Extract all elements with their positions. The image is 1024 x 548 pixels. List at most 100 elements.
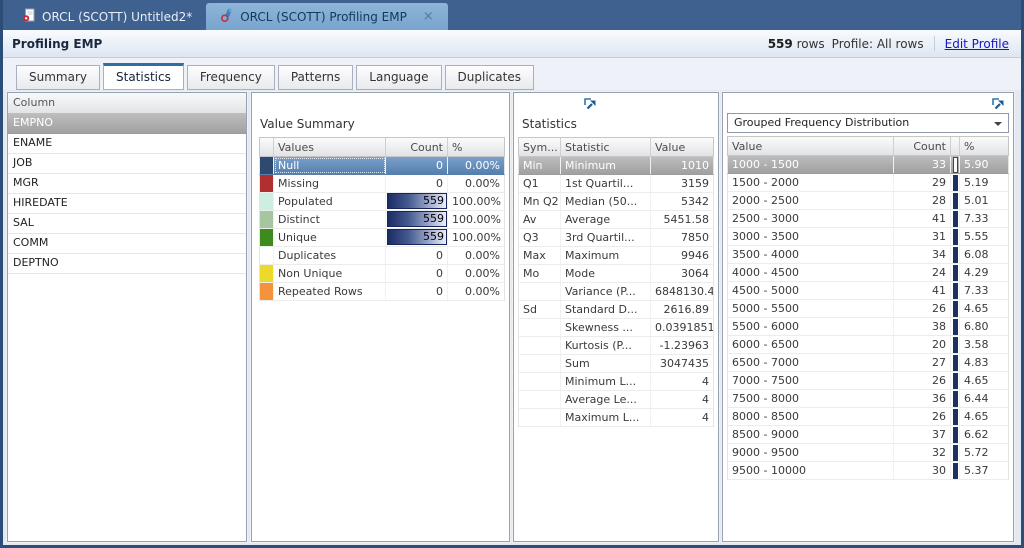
frequency-percent: 7.33 xyxy=(960,210,993,227)
vs-header-values[interactable]: Values xyxy=(274,138,386,156)
freq-header-count[interactable]: Count xyxy=(894,137,951,155)
vs-header-percent[interactable]: % xyxy=(448,138,504,156)
percent-bar-cell xyxy=(951,390,960,407)
tab-frequency[interactable]: Frequency xyxy=(187,65,275,90)
percent-bar-cell xyxy=(951,444,960,461)
column-list-header[interactable]: Column xyxy=(8,93,246,114)
statistic-value: 3047435 xyxy=(651,355,713,372)
frequency-type-dropdown[interactable]: Grouped Frequency Distribution xyxy=(727,113,1009,133)
doc-tab-profiling[interactable]: ORCL (SCOTT) Profiling EMP × xyxy=(206,3,448,30)
statistic-value: -1.23963 xyxy=(651,337,713,354)
statistic-name: Minimum L... xyxy=(561,373,651,390)
value-summary-row[interactable]: Distinct559100.00% xyxy=(259,211,505,229)
frequency-row[interactable]: 3000 - 3500315.55 xyxy=(727,228,1009,246)
count-cell: 0 xyxy=(386,247,448,264)
column-list-item[interactable]: SAL xyxy=(8,214,246,234)
frequency-range: 2500 - 3000 xyxy=(728,210,894,227)
frequency-row[interactable]: 2000 - 2500285.01 xyxy=(727,192,1009,210)
category-color-swatch-cell xyxy=(260,247,274,264)
column-list-item[interactable]: ENAME xyxy=(8,134,246,154)
value-summary-row[interactable]: Missing00.00% xyxy=(259,175,505,193)
statistic-row[interactable]: MoMode3064 xyxy=(518,265,714,283)
column-list-item[interactable]: HIREDATE xyxy=(8,194,246,214)
frequency-count: 31 xyxy=(894,228,951,245)
frequency-row[interactable]: 3500 - 4000346.08 xyxy=(727,246,1009,264)
value-summary-row[interactable]: Repeated Rows00.00% xyxy=(259,283,505,301)
open-in-new-window-icon[interactable] xyxy=(990,96,1006,112)
statistic-row[interactable]: Sum3047435 xyxy=(518,355,714,373)
tab-close-icon[interactable]: × xyxy=(423,10,434,23)
value-summary-row[interactable]: Populated559100.00% xyxy=(259,193,505,211)
frequency-row[interactable]: 8000 - 8500264.65 xyxy=(727,408,1009,426)
value-summary-row[interactable]: Null00.00% xyxy=(259,157,505,175)
tab-duplicates[interactable]: Duplicates xyxy=(445,65,534,90)
statistic-row[interactable]: SdStandard D...2616.89 xyxy=(518,301,714,319)
statistic-symbol: Mn Q2 xyxy=(519,193,561,210)
stat-header-name[interactable]: Statistic xyxy=(561,138,651,156)
percent-bar-cell xyxy=(951,246,960,263)
profiling-header: Profiling EMP 559 rows Profile: All rows… xyxy=(3,30,1021,58)
stat-header-symbol[interactable]: Sym... xyxy=(519,138,561,156)
count-bar: 559 xyxy=(387,211,447,227)
percent-cell: 100.00% xyxy=(448,229,504,246)
statistic-row[interactable]: Kurtosis (P...-1.23963 xyxy=(518,337,714,355)
statistic-value: 3159 xyxy=(651,175,713,192)
frequency-row[interactable]: 7500 - 8000366.44 xyxy=(727,390,1009,408)
statistic-row[interactable]: MaxMaximum9946 xyxy=(518,247,714,265)
freq-header-value[interactable]: Value xyxy=(728,137,894,155)
frequency-row[interactable]: 6500 - 7000274.83 xyxy=(727,354,1009,372)
statistic-row[interactable]: Q11st Quartil...3159 xyxy=(518,175,714,193)
statistic-row[interactable]: Minimum L...4 xyxy=(518,373,714,391)
frequency-row[interactable]: 9000 - 9500325.72 xyxy=(727,444,1009,462)
statistic-symbol: Q1 xyxy=(519,175,561,192)
frequency-row[interactable]: 1500 - 2000295.19 xyxy=(727,174,1009,192)
column-list-item[interactable]: JOB xyxy=(8,154,246,174)
column-list-item[interactable]: EMPNO xyxy=(8,114,246,134)
column-list-item[interactable]: DEPTNO xyxy=(8,254,246,274)
vs-header-count[interactable]: Count xyxy=(386,138,448,156)
statistic-value: 5342 xyxy=(651,193,713,210)
frequency-row[interactable]: 5500 - 6000386.80 xyxy=(727,318,1009,336)
frequency-row[interactable]: 1000 - 1500335.90 xyxy=(727,156,1009,174)
frequency-row[interactable]: 7000 - 7500264.65 xyxy=(727,372,1009,390)
statistic-row[interactable]: Skewness ...0.0391851 xyxy=(518,319,714,337)
statistic-row[interactable]: Variance (P...6848130.47 xyxy=(518,283,714,301)
value-summary-row[interactable]: Non Unique00.00% xyxy=(259,265,505,283)
edit-profile-link[interactable]: Edit Profile xyxy=(945,37,1009,51)
statistic-symbol xyxy=(519,355,561,372)
statistic-row[interactable]: MinMinimum1010 xyxy=(518,157,714,175)
freq-header-percent[interactable]: % xyxy=(960,137,978,155)
frequency-row[interactable]: 6000 - 6500203.58 xyxy=(727,336,1009,354)
tab-language[interactable]: Language xyxy=(356,65,441,90)
frequency-row[interactable]: 4000 - 4500244.29 xyxy=(727,264,1009,282)
percent-bar xyxy=(953,265,958,281)
frequency-range: 7000 - 7500 xyxy=(728,372,894,389)
frequency-range: 8000 - 8500 xyxy=(728,408,894,425)
statistic-row[interactable]: Maximum L...4 xyxy=(518,409,714,427)
percent-cell: 0.00% xyxy=(448,175,504,192)
frequency-row[interactable]: 2500 - 3000417.33 xyxy=(727,210,1009,228)
doc-tab-untitled[interactable]: ORCL (SCOTT) Untitled2* xyxy=(8,3,206,30)
frequency-row[interactable]: 4500 - 5000417.33 xyxy=(727,282,1009,300)
tab-statistics[interactable]: Statistics xyxy=(103,63,184,90)
statistic-name: Minimum xyxy=(561,157,651,174)
statistic-value: 4 xyxy=(651,391,713,408)
statistic-row[interactable]: Q33rd Quartil...7850 xyxy=(518,229,714,247)
tab-patterns[interactable]: Patterns xyxy=(278,65,353,90)
frequency-row[interactable]: 9500 - 10000305.37 xyxy=(727,462,1009,480)
stat-header-value[interactable]: Value xyxy=(651,138,713,156)
statistic-value: 3064 xyxy=(651,265,713,282)
frequency-row[interactable]: 5000 - 5500264.65 xyxy=(727,300,1009,318)
frequency-row[interactable]: 8500 - 9000376.62 xyxy=(727,426,1009,444)
statistic-row[interactable]: Average Le...4 xyxy=(518,391,714,409)
value-label: Null xyxy=(274,157,386,174)
tab-summary[interactable]: Summary xyxy=(16,65,100,90)
value-summary-row[interactable]: Duplicates00.00% xyxy=(259,247,505,265)
column-list-item[interactable]: MGR xyxy=(8,174,246,194)
profile-scope: Profile: All rows xyxy=(832,37,924,51)
statistic-row[interactable]: AvAverage5451.58 xyxy=(518,211,714,229)
open-in-new-window-icon[interactable] xyxy=(582,96,598,112)
statistic-row[interactable]: Mn Q2Median (50...5342 xyxy=(518,193,714,211)
value-summary-row[interactable]: Unique559100.00% xyxy=(259,229,505,247)
column-list-item[interactable]: COMM xyxy=(8,234,246,254)
